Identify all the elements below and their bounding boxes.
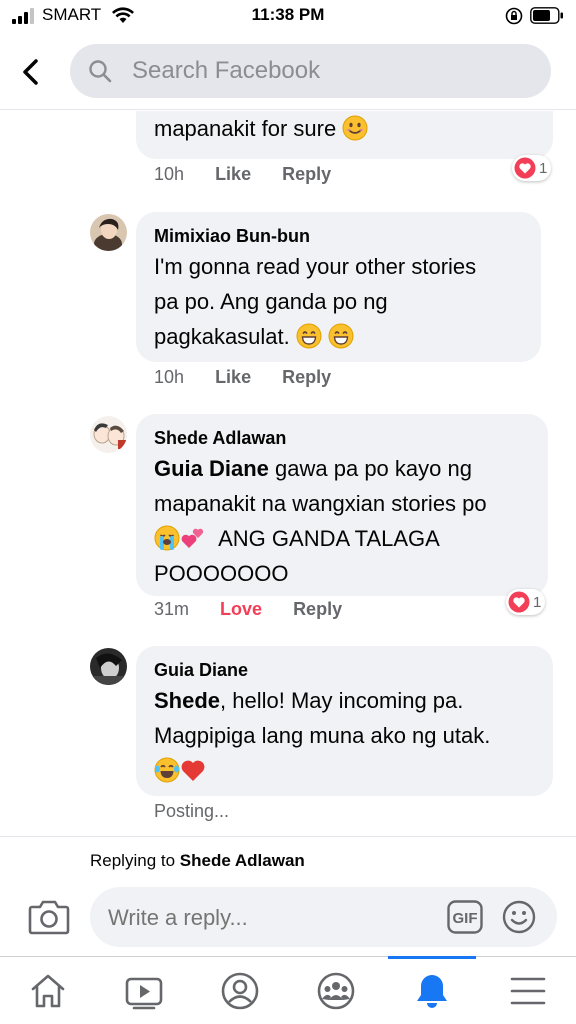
comment-text: gawa pa po kayo ng	[268, 456, 472, 481]
profile-icon	[221, 972, 259, 1010]
menu-icon	[510, 977, 546, 1005]
search-input[interactable]: Search Facebook	[132, 57, 320, 85]
back-arrow-icon[interactable]	[14, 54, 50, 90]
comment-text: POOOOOOO	[154, 561, 289, 586]
comment-text: ANG GANDA TALAGA	[218, 526, 440, 551]
comment-thread: mapanakit for sure 10h Like Reply 1 Mimi…	[0, 111, 576, 836]
replying-to-label: Replying to Shede Adlawan	[90, 851, 305, 870]
reply-composer: Replying to Shede Adlawan GIF	[0, 836, 576, 956]
grinning-face-emoji-icon	[296, 323, 322, 349]
gif-icon: GIF	[447, 900, 483, 934]
comment-text: Magpipiga lang muna ako ng utak.	[154, 723, 491, 748]
mention-tag[interactable]: Shede	[154, 688, 220, 713]
red-heart-emoji-icon	[181, 760, 205, 781]
rotation-lock-icon	[505, 7, 523, 25]
smiling-face-emoji-icon	[342, 115, 368, 141]
comment-time: 10h	[154, 164, 185, 184]
comment-author[interactable]: Mimixiao Bun-bun	[154, 226, 310, 247]
love-button[interactable]: Love	[220, 599, 262, 619]
nav-profile[interactable]	[192, 957, 288, 1024]
search-bar[interactable]: Search Facebook	[70, 44, 551, 98]
avatar-image	[90, 214, 127, 251]
avatar[interactable]	[90, 214, 127, 251]
gif-button[interactable]: GIF	[447, 900, 483, 934]
comment-bubble[interactable]: Shede Adlawan Guia Diane gawa pa po kayo…	[136, 414, 548, 596]
svg-text:GIF: GIF	[453, 910, 478, 927]
comment-actions: 10h Like Reply	[154, 164, 331, 185]
reply-button[interactable]: Reply	[293, 599, 342, 619]
reply-input[interactable]	[108, 905, 428, 931]
reply-input-container[interactable]: GIF	[90, 887, 557, 947]
search-header: Search Facebook	[0, 34, 576, 110]
battery-icon	[530, 7, 563, 24]
bottom-navigation	[0, 956, 576, 1024]
reply-button[interactable]: Reply	[282, 367, 331, 387]
groups-icon	[317, 972, 355, 1010]
comment-text: mapanakit na wangxian stories po	[154, 491, 487, 516]
avatar-image	[90, 416, 127, 453]
camera-icon[interactable]	[28, 897, 70, 935]
comment-actions: 10h Like Reply	[154, 367, 331, 388]
comment-actions: 31m Love Reply	[154, 599, 342, 620]
emoji-picker-icon[interactable]	[502, 900, 536, 934]
comment-bubble[interactable]: mapanakit for sure	[136, 111, 553, 159]
replying-to-name: Shede Adlawan	[179, 851, 305, 870]
grinning-face-emoji-icon	[328, 323, 354, 349]
love-reaction-icon	[514, 157, 536, 179]
comment-time: 31m	[154, 599, 190, 619]
nav-home[interactable]	[0, 957, 96, 1024]
comment-author[interactable]: Guia Diane	[154, 660, 248, 681]
comment-bubble[interactable]: Mimixiao Bun-bun I'm gonna read your oth…	[136, 212, 541, 362]
home-icon	[31, 974, 65, 1008]
nav-menu[interactable]	[480, 957, 576, 1024]
search-icon	[89, 60, 112, 83]
reaction-badge[interactable]: 1	[512, 155, 552, 181]
nav-watch[interactable]	[96, 957, 192, 1024]
posting-status: Posting...	[154, 801, 230, 821]
reaction-count: 1	[533, 593, 542, 611]
like-button[interactable]: Like	[215, 164, 251, 184]
avatar[interactable]	[90, 648, 127, 685]
nav-notifications[interactable]	[384, 957, 480, 1024]
reaction-count: 1	[539, 159, 548, 177]
avatar[interactable]	[90, 416, 127, 453]
comment-author[interactable]: Shede Adlawan	[154, 428, 286, 449]
comment-text: mapanakit for sure	[154, 116, 337, 141]
comment-text: I'm gonna read your other stories	[154, 254, 477, 279]
notifications-icon	[417, 975, 447, 1008]
comment-text: pa po. Ang ganda po ng	[154, 289, 388, 314]
love-reaction-icon	[508, 591, 530, 613]
comment-text: , hello! May incoming pa.	[220, 688, 464, 713]
like-button[interactable]: Like	[215, 367, 251, 387]
avatar-image	[90, 648, 127, 685]
comment-time: 10h	[154, 367, 185, 387]
clock: 11:38 PM	[251, 5, 325, 24]
comment-bubble[interactable]: Guia Diane Shede, hello! May incoming pa…	[136, 646, 553, 796]
watch-icon	[125, 977, 163, 1010]
tears-of-joy-emoji-icon	[154, 757, 180, 783]
reaction-badge[interactable]: 1	[506, 589, 546, 615]
reply-button[interactable]: Reply	[282, 164, 331, 184]
status-bar: SMART 11:38 PM	[0, 0, 576, 34]
comment-text: pagkakasulat.	[154, 324, 290, 349]
two-hearts-emoji-icon	[181, 528, 204, 548]
mention-tag[interactable]: Guia Diane	[154, 456, 269, 481]
nav-groups[interactable]	[288, 957, 384, 1024]
loudly-crying-face-emoji-icon	[154, 525, 180, 551]
